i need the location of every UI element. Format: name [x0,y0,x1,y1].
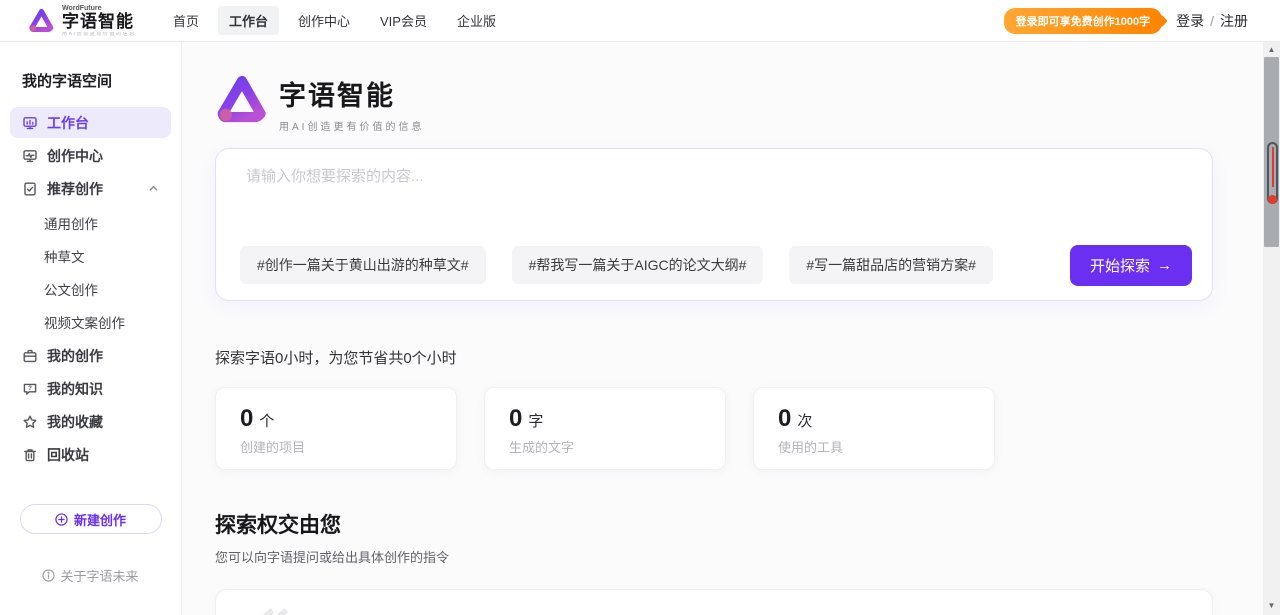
hero-title: 字语智能 [279,82,424,112]
sidebar: 我的字语空间 工作台 创作中心 推荐创作 通用创 [0,42,182,615]
sidebar-item-label: 回收站 [47,445,89,465]
start-explore-button[interactable]: 开始探索 → [1070,245,1192,286]
sidebar-item-my-knowledge[interactable]: ? 我的知识 [10,373,171,404]
stat-card-tools: 0次 使用的工具 [753,387,995,470]
sidebar-item-my-creations[interactable]: 我的创作 [10,340,171,371]
triangle-logo-icon [28,7,55,34]
brand-name-cn: 字语智能 [62,13,136,30]
suggestion-chip-dessert[interactable]: #写一篇甜品店的营销方案# [789,246,993,284]
search-input[interactable] [246,165,1176,245]
explore-section-subtitle: 您可以向字语提问或给出具体创作的指令 [215,547,1213,566]
thermometer-icon [1267,142,1278,204]
arrow-right-icon: → [1157,257,1172,274]
trash-icon [22,447,38,463]
sidebar-item-recycle-bin[interactable]: 回收站 [10,439,171,470]
stats-summary: 探索字语0小时，为您节省共0个小时 [215,347,1213,368]
creation-monitor-icon [22,148,38,164]
nav-vip[interactable]: VIP会员 [369,6,438,35]
sidebar-item-label: 推荐创作 [47,179,103,199]
brand-logo[interactable]: WordFuture 字语智能 用AI创造更有价值的信息 [28,5,136,37]
dashboard-icon [22,115,38,131]
chat-question-icon: ? [22,381,38,397]
triangle-logo-icon [215,72,269,126]
main-nav: 首页 工作台 创作中心 VIP会员 企业版 [162,6,507,35]
scrollbar-thumb[interactable] [1264,57,1279,247]
stat-cards: 0个 创建的项目 0字 生成的文字 0次 使用的工具 [215,387,1213,470]
explore-search-panel: #创作一篇关于黄山出游的种草文# #帮我写一篇关于AIGC的论文大纲# #写一篇… [215,148,1213,301]
stat-card-words: 0字 生成的文字 [484,387,726,470]
sidebar-item-label: 我的收藏 [47,412,103,432]
sidebar-item-label: 我的创作 [47,346,103,366]
quote-mark: “ [256,602,288,615]
auth-divider: / [1210,13,1214,29]
hero-tagline: 用AI创造更有价值的信息 [279,118,424,133]
nav-creation-center[interactable]: 创作中心 [287,6,361,35]
about-link[interactable]: 关于字语未来 [0,566,181,585]
sidebar-subitem-video[interactable]: 视频文案创作 [0,305,181,338]
top-navbar: WordFuture 字语智能 用AI创造更有价值的信息 首页 工作台 创作中心… [0,0,1280,42]
sidebar-item-label: 我的知识 [47,379,103,399]
stat-card-projects: 0个 创建的项目 [215,387,457,470]
sidebar-item-workbench[interactable]: 工作台 [10,107,171,138]
chevron-up-icon[interactable] [148,183,159,194]
suggestion-chip-huangshan[interactable]: #创作一篇关于黄山出游的种草文# [240,246,486,284]
hero-brand: 字语智能 用AI创造更有价值的信息 [215,72,1213,133]
brand-name-en: WordFuture [62,5,136,12]
suggestion-chip-aigc[interactable]: #帮我写一篇关于AIGC的论文大纲# [512,246,764,284]
sidebar-item-favorites[interactable]: 我的收藏 [10,406,171,437]
briefcase-icon [22,348,38,364]
explore-section-title: 探索权交由您 [215,509,1213,539]
sidebar-item-recommended[interactable]: 推荐创作 [10,173,171,204]
sidebar-item-label: 创作中心 [47,146,103,166]
sidebar-subitem-general[interactable]: 通用创作 [0,206,181,239]
register-link[interactable]: 注册 [1220,11,1248,31]
plus-circle-icon [55,513,68,526]
sidebar-item-label: 工作台 [47,113,89,133]
sidebar-item-creation-center[interactable]: 创作中心 [10,140,171,171]
main-content: 字语智能 用AI创造更有价值的信息 #创作一篇关于黄山出游的种草文# #帮我写一… [182,42,1263,615]
sidebar-title: 我的字语空间 [22,70,181,91]
nav-enterprise[interactable]: 企业版 [446,6,507,35]
info-circle-icon [42,569,55,582]
new-creation-button[interactable]: 新建创作 [20,504,162,534]
nav-home[interactable]: 首页 [162,6,210,35]
suggestion-chips: #创作一篇关于黄山出游的种草文# #帮我写一篇关于AIGC的论文大纲# #写一篇… [240,245,1192,286]
sidebar-subitem-seeding[interactable]: 种草文 [0,239,181,272]
example-quote-card: “ 字语智能是什么? 嘿，帮我创作一篇北京出游攻略 [215,589,1213,615]
page-scrollbar[interactable]: ▲ ▼ [1263,42,1280,615]
svg-text:?: ? [28,385,32,392]
scroll-down-icon[interactable]: ▼ [1263,598,1280,613]
star-icon [22,414,38,430]
login-promo-badge[interactable]: 登录即可享免费创作1000字 [1004,8,1162,34]
brand-tagline-tiny: 用AI创造更有价值的信息 [62,32,136,37]
login-link[interactable]: 登录 [1176,11,1204,31]
doc-check-icon [22,181,38,197]
nav-workbench[interactable]: 工作台 [218,6,279,35]
sidebar-subitem-official[interactable]: 公文创作 [0,272,181,305]
scroll-up-icon[interactable]: ▲ [1263,42,1280,57]
